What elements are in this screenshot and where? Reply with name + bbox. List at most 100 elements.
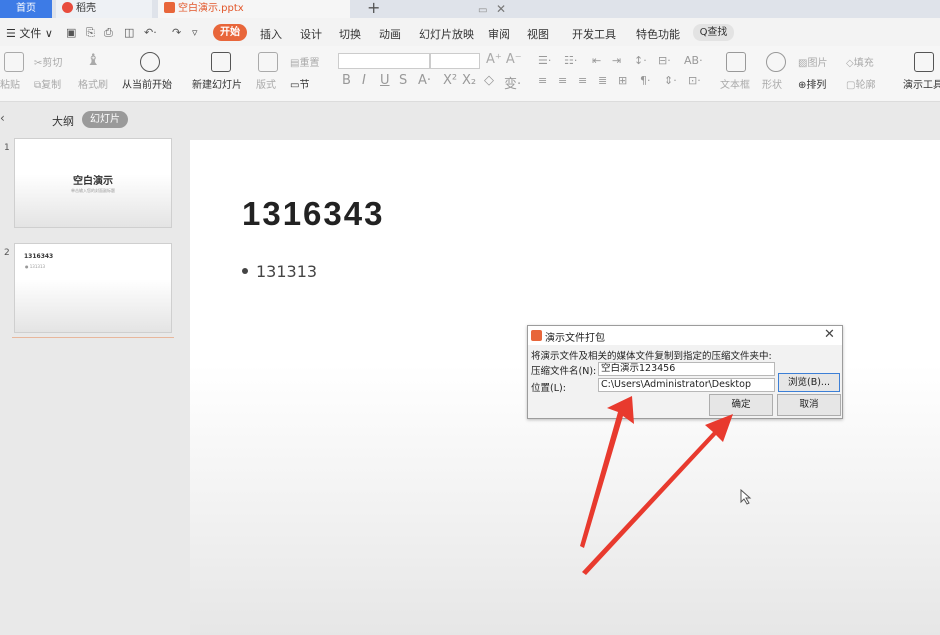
tab-docer-label: 稻壳 <box>76 3 96 14</box>
picture-button[interactable]: ▨图片 <box>798 54 827 69</box>
tab-current-document[interactable]: 空白演示.pptx ▭ ✕ <box>158 0 506 18</box>
bullet-list-icon[interactable]: ☰· <box>538 54 551 67</box>
tab-special-features[interactable]: 特色功能 <box>636 26 680 42</box>
preview-icon[interactable]: ◫ <box>124 26 134 39</box>
reset-button[interactable]: ▤重置 <box>290 54 319 69</box>
presentation-tools-button[interactable]: 演示工具 <box>903 76 940 91</box>
subscript-icon[interactable]: X₂ <box>462 73 476 88</box>
presentation-tools-icon <box>914 52 934 72</box>
fill-button[interactable]: ◇填充 <box>846 54 874 69</box>
tab-insert[interactable]: 插入 <box>260 26 282 42</box>
copy-button[interactable]: ⧉复制 <box>34 76 61 91</box>
numbered-list-icon[interactable]: ☷· <box>564 54 577 67</box>
cut-button[interactable]: ✂剪切 <box>34 54 62 69</box>
tab-docer[interactable]: 稻壳 <box>56 0 152 18</box>
font-grow-icon[interactable]: A⁺ A⁻ <box>486 52 522 67</box>
slide-bullet-text: 131313 <box>256 262 318 281</box>
location-input[interactable]: C:\Users\Administrator\Desktop <box>598 378 775 392</box>
smart-art-icon[interactable]: ⊡· <box>688 74 701 87</box>
tab-transition[interactable]: 切换 <box>339 26 361 42</box>
bullet-dot-icon <box>242 268 248 274</box>
cancel-button[interactable]: 取消 <box>777 394 841 416</box>
search-button[interactable]: Q查找 <box>693 24 734 41</box>
shape-icon <box>766 52 786 72</box>
outline-view-tab[interactable]: 大纲 <box>52 113 74 129</box>
tab-home[interactable]: 首页 <box>0 0 52 18</box>
new-tab-button[interactable]: + <box>367 0 380 17</box>
slides-view-tab[interactable]: 幻灯片 <box>82 111 128 128</box>
tab-view[interactable]: 视图 <box>527 26 549 42</box>
outline-button[interactable]: ▢轮廓 <box>846 76 875 91</box>
paragraph-icon[interactable]: ¶· <box>640 74 651 87</box>
dialog-description: 将演示文件及相关的媒体文件复制到指定的压缩文件夹中: <box>531 351 772 362</box>
picture-label: 图片 <box>807 58 828 69</box>
indent-increase-icon[interactable]: ⇥ <box>612 54 621 67</box>
ok-button[interactable]: 确定 <box>709 394 773 416</box>
filename-input[interactable]: 空白演示123456 <box>598 362 775 376</box>
tab-design[interactable]: 设计 <box>300 26 322 42</box>
paste-button[interactable]: 粘贴 <box>0 76 20 91</box>
italic-icon[interactable]: I <box>362 73 366 88</box>
text-direction-icon[interactable]: AB· <box>684 54 703 67</box>
outline-label: 轮廓 <box>855 80 876 91</box>
redo-icon[interactable]: ↷ <box>172 26 181 39</box>
textbox-button[interactable]: 文本框 <box>720 76 750 91</box>
arrange-label: 排列 <box>806 80 827 91</box>
underline-icon[interactable]: U <box>380 73 390 88</box>
slide-thumbnail-2[interactable]: 1316343 ● 131313 <box>14 243 172 333</box>
thumbnail-bullet: ● 131313 <box>25 264 46 269</box>
font-size-select[interactable] <box>430 53 480 69</box>
arrange-button[interactable]: ⊕排列 <box>798 76 826 91</box>
shape-button[interactable]: 形状 <box>762 76 782 91</box>
clear-format-icon[interactable]: ◇ <box>484 73 494 88</box>
format-painter-button[interactable]: 格式刷 <box>78 76 108 91</box>
tab-developer[interactable]: 开发工具 <box>572 26 616 42</box>
line-spacing-icon[interactable]: ↕· <box>634 54 647 67</box>
strikethrough-icon[interactable]: S <box>399 73 407 88</box>
slide-thumbnail-panel: ‹ 大纲 幻灯片 1 空白演示 单击输入您的封面副标题 2 1316343 ● … <box>0 103 186 635</box>
font-color-icon[interactable]: A· <box>418 73 431 88</box>
collapse-panel-icon[interactable]: ‹ <box>0 111 5 125</box>
align-center-icon[interactable]: ≡ <box>558 74 567 87</box>
undo-icon[interactable]: ↶· <box>144 26 157 39</box>
align-right-icon[interactable]: ≡ <box>578 74 587 87</box>
play-from-current-button[interactable]: 从当前开始 <box>122 76 172 91</box>
align-text-icon[interactable]: ⇕· <box>664 74 677 87</box>
slide-title[interactable]: 1316343 <box>242 195 384 233</box>
tab-document-label: 空白演示.pptx <box>178 3 244 14</box>
character-shading-icon[interactable]: 变· <box>504 73 521 92</box>
close-tab-button[interactable]: ✕ <box>496 0 506 18</box>
location-label: 位置(L): <box>531 383 566 394</box>
font-name-select[interactable] <box>338 53 430 69</box>
save-icon[interactable]: ▣ <box>66 26 76 39</box>
columns-icon[interactable]: ⊟· <box>658 54 671 67</box>
superscript-icon[interactable]: X² <box>443 73 457 88</box>
slide-number-2: 2 <box>4 248 10 258</box>
tab-start[interactable]: 开始 <box>213 24 247 41</box>
section-button[interactable]: ▭节 <box>290 76 309 91</box>
dialog-close-button[interactable]: ✕ <box>824 327 835 342</box>
file-menu[interactable]: ☰ 文件 ∨ <box>6 25 53 41</box>
document-tab-bar: 首页 稻壳 空白演示.pptx ▭ ✕ + <box>0 0 940 18</box>
customize-icon[interactable]: ▿ <box>192 26 198 39</box>
indent-decrease-icon[interactable]: ⇤ <box>592 54 601 67</box>
tab-slideshow[interactable]: 幻灯片放映 <box>419 26 474 42</box>
fill-icon: ◇ <box>846 58 854 69</box>
play-icon <box>140 52 160 72</box>
slide-bullet-item[interactable]: 131313 <box>242 262 317 281</box>
browse-button[interactable]: 浏览(B)... <box>778 373 840 392</box>
distribute-icon[interactable]: ⊞ <box>618 74 627 87</box>
tab-animation[interactable]: 动画 <box>379 26 401 42</box>
align-left-icon[interactable]: ≡ <box>538 74 547 87</box>
slide-thumbnail-1[interactable]: 空白演示 单击输入您的封面副标题 <box>14 138 172 228</box>
tab-review[interactable]: 审阅 <box>488 26 510 42</box>
mouse-cursor-icon <box>740 489 752 505</box>
layout-button[interactable]: 版式 <box>256 76 276 91</box>
export-icon[interactable]: ⎘ <box>86 26 95 40</box>
new-slide-button[interactable]: 新建幻灯片 <box>192 76 242 91</box>
justify-icon[interactable]: ≣ <box>598 74 607 87</box>
bold-icon[interactable]: B <box>342 73 351 88</box>
wps-presentation-window: 首页 稻壳 空白演示.pptx ▭ ✕ + ☰ 文件 ∨ ▣ ⎘ ⎙ ◫ ↶· … <box>0 0 940 635</box>
section-label: 节 <box>299 80 310 91</box>
print-icon[interactable]: ⎙ <box>104 26 113 40</box>
